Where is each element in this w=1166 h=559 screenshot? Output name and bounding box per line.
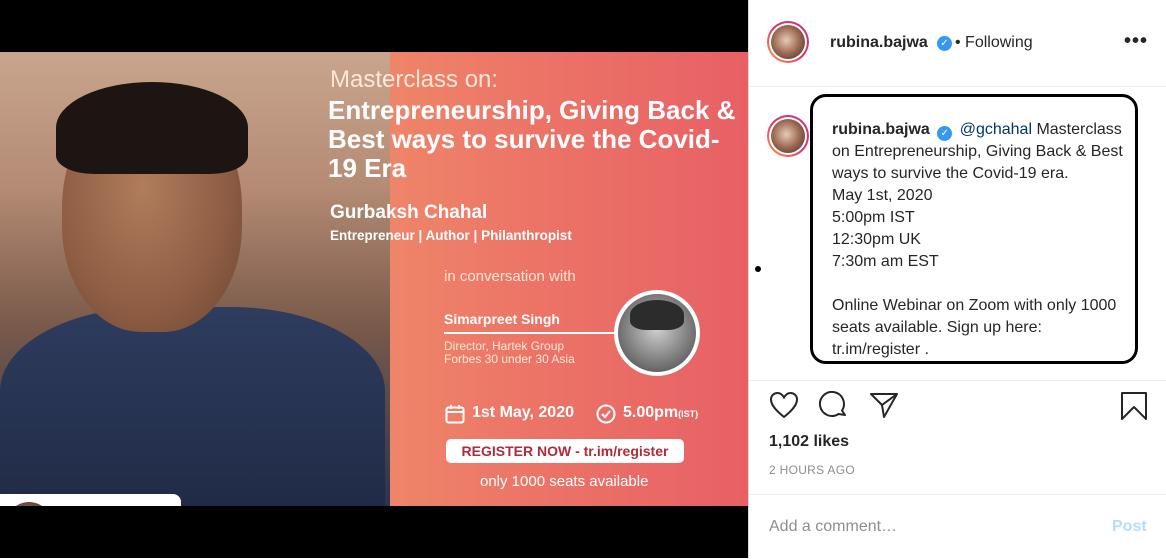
speaker-shirt [0,307,385,506]
guest-turban [630,300,684,330]
header-username[interactable]: rubina.bajwa [830,34,928,52]
post-caption: rubina.bajwa ✓ @gchahal Masterclass on E… [832,119,1132,361]
more-options-icon[interactable]: ••• [1124,30,1148,53]
comment-bar: Add a comment… Post [749,494,1166,559]
masterclass-headline: Entrepreneurship, Giving Back & Best way… [328,95,736,183]
register-banner: REGISTER NOW - tr.im/register [446,439,684,463]
caption-mention[interactable]: @gchahal [960,121,1032,138]
caption-avatar-image [771,119,805,153]
calendar-icon [445,405,465,424]
guest-photo [614,290,700,376]
speaker-roles: Entrepreneur | Author | Philanthropist [330,228,572,243]
conversation-label: in conversation with [444,268,576,285]
share-icon[interactable] [869,391,899,419]
bookmark-icon[interactable] [1120,391,1148,421]
verified-badge-icon: ✓ [937,36,952,51]
guest-photo-image [618,294,696,372]
masterclass-label: Masterclass on: [330,66,499,93]
caption-details: May 1st, 2020 5:00pm IST 12:30pm UK 7:30… [832,187,1117,358]
post-comment-button[interactable]: Post [1112,518,1147,536]
heart-icon[interactable] [769,391,799,419]
speaker-name: Gurbaksh Chahal [330,202,488,223]
post-timestamp[interactable]: 2 HOURS AGO [769,463,855,477]
comment-icon[interactable] [819,391,849,421]
speaker-hair [56,82,248,174]
post-header: rubina.bajwa ✓ • Following ••• [749,0,1166,87]
post-media-panel: Masterclass on: Entrepreneurship, Giving… [0,0,748,558]
guest-divider [444,332,614,334]
guest-role: Director, Hartek Group Forbes 30 under 3… [444,340,575,366]
event-date: 1st May, 2020 [472,404,574,421]
clock-icon [596,404,616,424]
following-button[interactable]: • Following [955,34,1033,52]
seats-note: only 1000 seats available [480,473,649,490]
event-time-zone: (IST) [678,409,699,419]
pagination-dot [755,266,761,272]
comment-input[interactable]: Add a comment… [769,518,897,536]
caption-verified-badge-icon: ✓ [937,126,953,141]
avatar-image [771,25,805,59]
likes-count[interactable]: 1,102 likes [769,433,849,451]
action-bar [749,380,1166,420]
caption-avatar[interactable] [767,115,809,157]
guest-role-line-2: Forbes 30 under 30 Asia [444,352,575,366]
avatar[interactable] [767,21,809,63]
post-image[interactable]: Masterclass on: Entrepreneurship, Giving… [0,52,748,506]
user-tag[interactable]: gchahal [0,494,181,506]
caption-username[interactable]: rubina.bajwa [832,121,930,138]
post-sidebar: rubina.bajwa ✓ • Following ••• rubina.ba… [748,0,1166,558]
event-time: 5.00pm(IST) [623,404,698,422]
guest-name: Simarpreet Singh [444,311,560,327]
event-time-value: 5.00pm [623,404,679,421]
tag-avatar [6,502,52,506]
